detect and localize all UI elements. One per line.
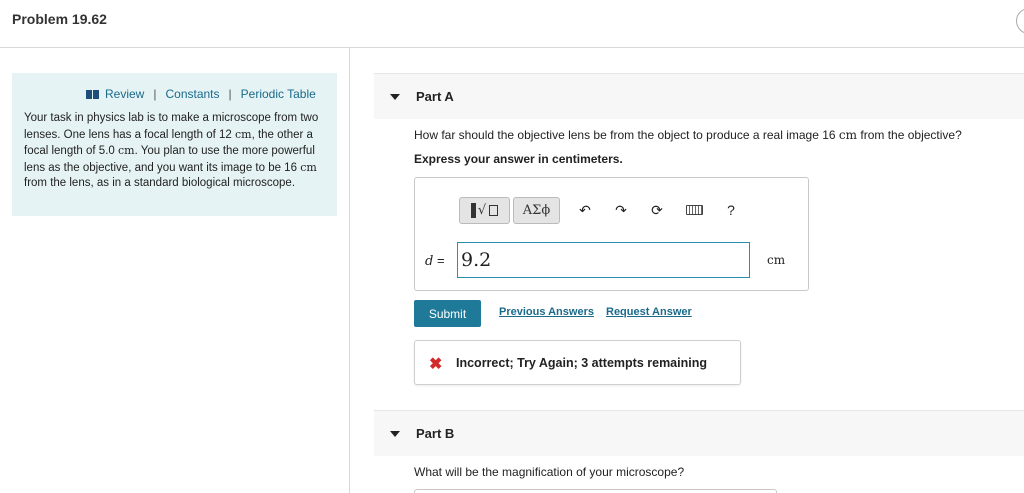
column-divider — [349, 48, 350, 493]
caret-down-icon — [390, 94, 400, 100]
part-b-label: Part B — [416, 426, 455, 441]
undo-icon[interactable]: ↶ — [574, 199, 596, 221]
problem-title: Problem 19.62 — [12, 11, 107, 27]
book-icon — [86, 89, 99, 99]
error-x-icon: ✖ — [429, 356, 443, 373]
templates-button[interactable]: √ — [459, 197, 510, 224]
top-bar: Problem 19.62 — [0, 0, 1024, 48]
redo-icon[interactable]: ↷ — [610, 199, 632, 221]
constants-link[interactable]: Constants — [165, 87, 219, 101]
review-link[interactable]: Review — [105, 87, 144, 101]
top-right-circle-button[interactable] — [1016, 8, 1024, 34]
part-a-label: Part A — [416, 89, 454, 104]
variable-label: d = — [425, 253, 445, 269]
resource-links: Review | Constants | Periodic Table — [86, 87, 316, 101]
part-b-answer-box — [414, 489, 777, 493]
answer-input[interactable] — [457, 242, 750, 278]
link-separator: | — [153, 87, 157, 101]
answer-box: √ ΑΣϕ ↶ ↷ ⟳ ? d = cm — [414, 177, 809, 291]
caret-down-icon — [390, 431, 400, 437]
intro-unit: cm — [118, 144, 135, 157]
equals-sign: = — [436, 253, 445, 268]
question-unit: cm — [838, 128, 858, 142]
link-separator: | — [228, 87, 232, 101]
radical-icon: √ — [477, 203, 487, 218]
question-text: How far should the objective lens be fro… — [414, 128, 836, 142]
intro-text: from the lens, as in a standard biologic… — [24, 177, 296, 189]
keyboard-icon[interactable] — [683, 199, 705, 221]
answer-instruction: Express your answer in centimeters. — [414, 152, 623, 166]
reset-icon[interactable]: ⟳ — [646, 199, 668, 221]
feedback-box: ✖ Incorrect; Try Again; 3 attempts remai… — [414, 340, 741, 385]
submit-button[interactable]: Submit — [414, 300, 481, 327]
intro-panel: Review | Constants | Periodic Table Your… — [12, 73, 337, 216]
box-icon — [489, 205, 499, 216]
intro-unit: cm — [300, 160, 317, 174]
block-icon — [470, 203, 476, 218]
previous-answers-link[interactable]: Previous Answers — [499, 306, 594, 318]
part-b-question: What will be the magnification of your m… — [414, 465, 685, 479]
part-a-header[interactable]: Part A — [374, 73, 1024, 119]
request-answer-link[interactable]: Request Answer — [606, 306, 692, 318]
periodic-table-link[interactable]: Periodic Table — [241, 87, 316, 101]
greek-symbols-button[interactable]: ΑΣϕ — [513, 197, 560, 224]
part-a-question: How far should the objective lens be fro… — [414, 128, 962, 142]
intro-unit: cm — [234, 127, 252, 141]
problem-intro-text: Your task in physics lab is to make a mi… — [24, 111, 329, 192]
help-button[interactable]: ? — [720, 199, 742, 221]
feedback-text: Incorrect; Try Again; 3 attempts remaini… — [456, 356, 707, 370]
variable-symbol: d — [425, 254, 434, 269]
question-text: from the objective? — [860, 128, 962, 142]
unit-label: cm — [767, 253, 786, 267]
part-b-header[interactable]: Part B — [374, 410, 1024, 456]
